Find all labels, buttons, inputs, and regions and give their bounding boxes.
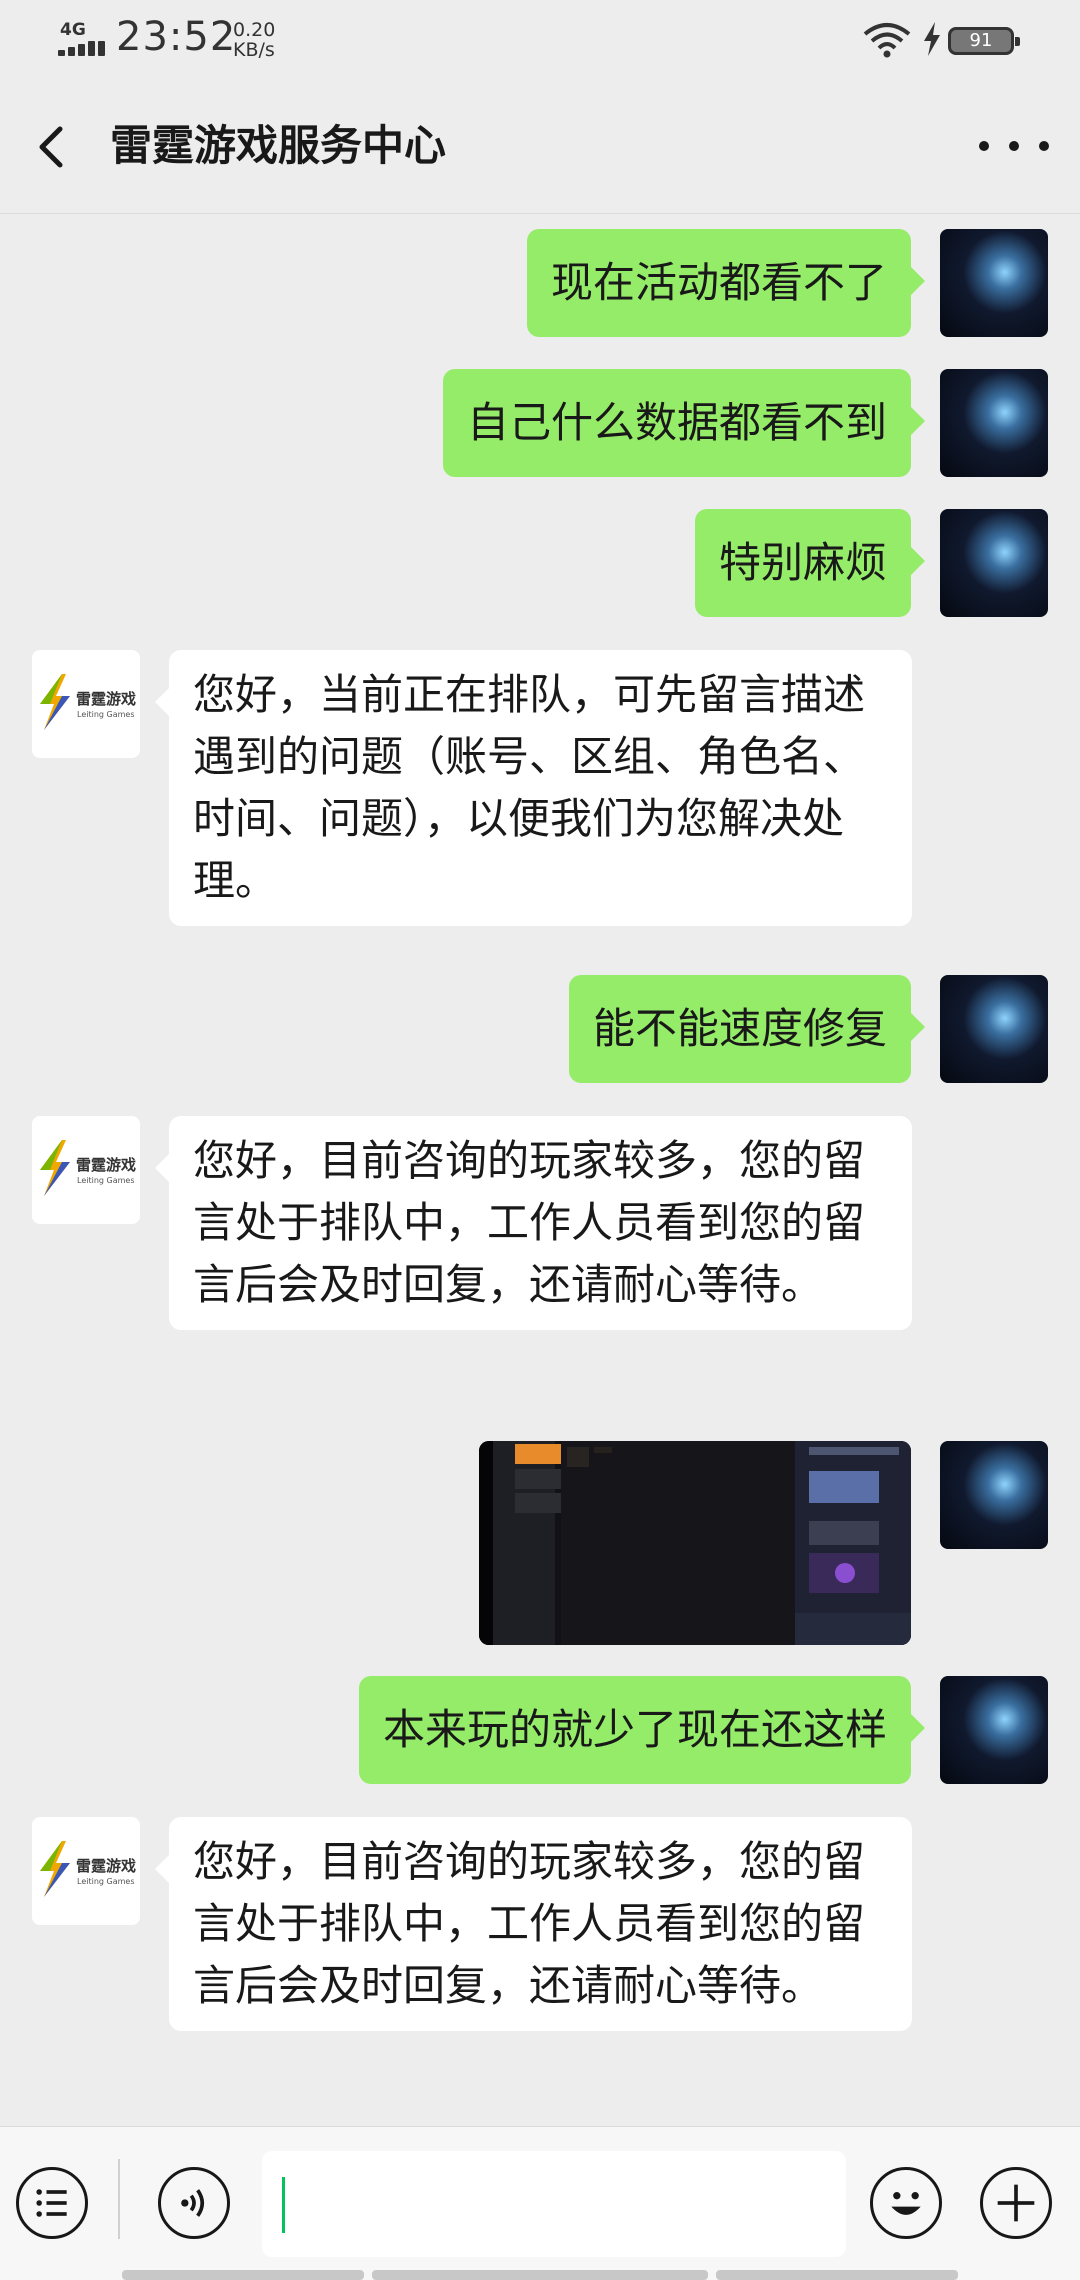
network-speed: 0.20 KB/s (233, 20, 275, 60)
plus-icon (997, 2184, 1035, 2222)
bot-logo-subtitle: Leiting Games (77, 1176, 135, 1185)
bot-logo-text: 雷霆游戏 (76, 1156, 137, 1174)
outgoing-message[interactable]: 现在活动都看不了 (526, 229, 926, 337)
user-avatar[interactable] (940, 369, 1048, 477)
voice-button[interactable] (158, 2167, 230, 2239)
menu-button[interactable] (16, 2167, 88, 2239)
chat-title: 雷霆游戏服务中心 (110, 121, 447, 170)
signal-bars-icon (58, 40, 105, 56)
bot-avatar[interactable]: 雷霆游戏 Leiting Games (32, 1817, 140, 1925)
user-avatar[interactable] (940, 229, 1048, 337)
incoming-message[interactable]: 您好，目前咨询的玩家较多，您的留言处于排队中，工作人员看到您的留言后会及时回复，… (155, 1817, 912, 2031)
bot-avatar[interactable]: 雷霆游戏 Leiting Games (32, 1116, 140, 1224)
chat-header: 雷霆游戏服务中心 (0, 80, 1080, 214)
message-input[interactable] (262, 2151, 846, 2257)
outgoing-message[interactable]: 自己什么数据都看不到 (442, 369, 926, 477)
status-bar: 4G 23:52 0.20 KB/s 91 (0, 0, 1080, 80)
outgoing-message[interactable]: 特别麻烦 (694, 509, 926, 617)
incoming-message[interactable]: 您好，目前咨询的玩家较多，您的留言处于排队中，工作人员看到您的留言后会及时回复，… (155, 1116, 912, 1330)
more-button[interactable] (970, 128, 1058, 164)
user-avatar[interactable] (940, 975, 1048, 1083)
bot-logo-subtitle: Leiting Games (77, 1877, 135, 1886)
image-message[interactable] (479, 1441, 911, 1645)
bot-avatar[interactable]: 雷霆游戏 Leiting Games (32, 650, 140, 758)
outgoing-message[interactable]: 能不能速度修复 (568, 975, 926, 1083)
game-screenshot-thumbnail (479, 1441, 911, 1645)
text-cursor (282, 2177, 285, 2233)
charging-icon (924, 22, 940, 56)
chevron-left-icon (39, 126, 63, 168)
outgoing-message[interactable]: 本来玩的就少了现在还这样 (358, 1676, 926, 1784)
emoji-button[interactable] (870, 2167, 942, 2239)
back-button[interactable] (24, 117, 84, 177)
emoji-icon (891, 2192, 921, 2215)
add-button[interactable] (980, 2167, 1052, 2239)
voice-icon (181, 2189, 205, 2217)
leiting-logo-icon (40, 1140, 70, 1196)
battery-indicator: 91 (948, 27, 1020, 55)
user-avatar[interactable] (940, 1676, 1048, 1784)
leiting-logo-icon (40, 1841, 70, 1897)
network-speed-unit: KB/s (233, 39, 275, 61)
more-dots-icon (979, 141, 1049, 151)
network-speed-value: 0.20 (233, 19, 276, 41)
gesture-bar-center (372, 2270, 708, 2280)
user-avatar[interactable] (940, 1441, 1048, 1549)
bot-logo-text: 雷霆游戏 (76, 1857, 137, 1875)
network-type: 4G (60, 20, 86, 40)
gesture-bar-right (716, 2270, 958, 2280)
status-time: 23:52 (116, 14, 237, 60)
bot-logo-subtitle: Leiting Games (77, 710, 135, 719)
user-avatar[interactable] (940, 509, 1048, 617)
bot-logo-text: 雷霆游戏 (76, 690, 137, 708)
leiting-logo-icon (40, 674, 70, 730)
gesture-bar-left (122, 2270, 364, 2280)
input-divider (118, 2159, 120, 2239)
wifi-icon (863, 23, 911, 58)
incoming-message[interactable]: 您好，当前正在排队，可先留言描述遇到的问题（账号、区组、角色名、时间、问题），以… (155, 650, 912, 926)
chat-input-bar (0, 2126, 1080, 2280)
list-menu-icon (36, 2189, 67, 2217)
